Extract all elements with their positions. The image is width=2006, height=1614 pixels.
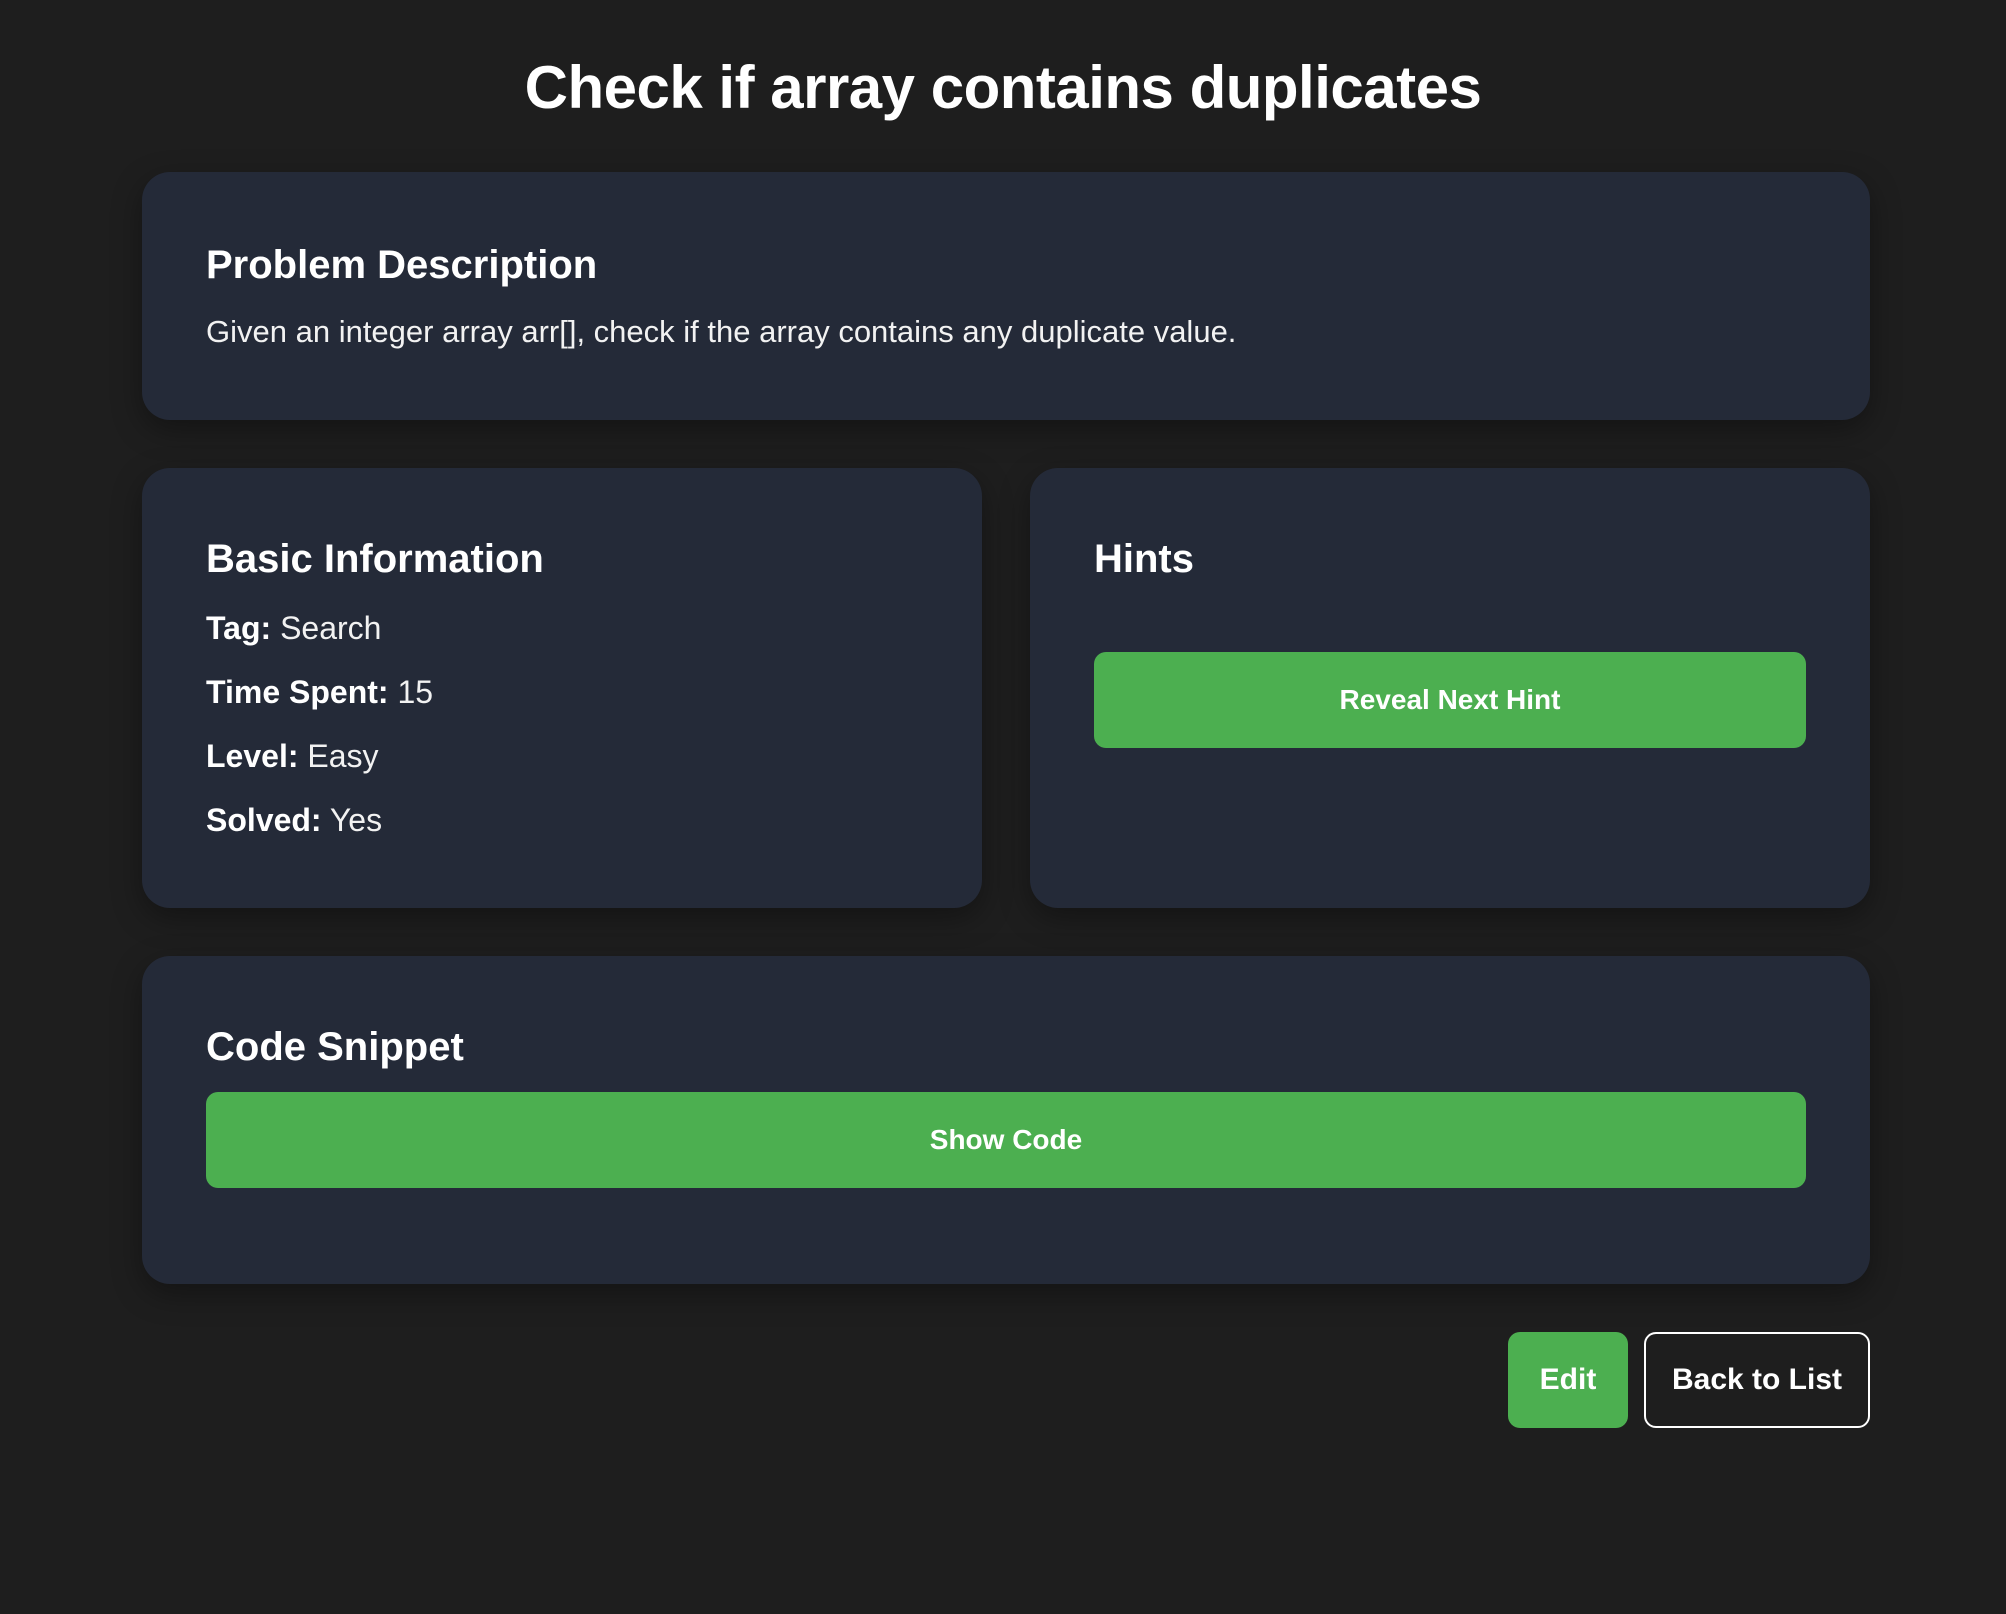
back-to-list-button[interactable]: Back to List — [1644, 1332, 1870, 1428]
edit-button[interactable]: Edit — [1508, 1332, 1628, 1428]
hints-heading: Hints — [1094, 537, 1194, 581]
problem-description-card: Problem Description Given an integer arr… — [142, 172, 1870, 420]
show-code-button[interactable]: Show Code — [206, 1092, 1806, 1188]
basic-information-heading: Basic Information — [206, 537, 544, 581]
info-label-solved: Solved: — [206, 802, 322, 838]
info-row-time-spent: Time Spent: 15 — [206, 670, 433, 714]
basic-information-card: Basic Information Tag: Search Time Spent… — [142, 468, 982, 908]
info-label-tag: Tag: — [206, 610, 272, 646]
info-label-time-spent: Time Spent: — [206, 674, 389, 710]
info-value-solved: Yes — [329, 802, 383, 838]
info-row-level: Level: Easy — [206, 734, 379, 778]
info-label-level: Level: — [206, 738, 299, 774]
code-snippet-card: Code Snippet Show Code — [142, 956, 1870, 1284]
info-value-tag: Search — [280, 610, 382, 646]
info-row-solved: Solved: Yes — [206, 798, 382, 842]
problem-description-heading: Problem Description — [206, 243, 598, 287]
reveal-next-hint-button[interactable]: Reveal Next Hint — [1094, 652, 1806, 748]
info-value-level: Easy — [307, 738, 379, 774]
code-snippet-heading: Code Snippet — [206, 1025, 464, 1069]
info-row-tag: Tag: Search — [206, 606, 381, 650]
info-value-time-spent: 15 — [397, 674, 434, 710]
problem-description-text: Given an integer array arr[], check if t… — [206, 314, 1237, 349]
page-title: Check if array contains duplicates — [524, 54, 1482, 121]
hints-card: Hints Reveal Next Hint — [1030, 468, 1870, 908]
